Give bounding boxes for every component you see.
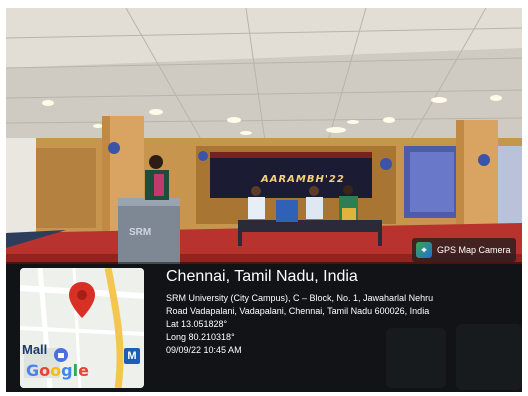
podium-logo: SRM bbox=[129, 227, 152, 238]
latitude: Lat 13.051828° bbox=[166, 319, 228, 329]
timestamp: 09/09/22 10:45 AM bbox=[166, 345, 242, 355]
address-line-2: Road Vadapalani, Vadapalani, Chennai, Ta… bbox=[166, 306, 430, 316]
address-line-1: SRM University (City Campus), C – Block,… bbox=[166, 293, 434, 303]
metro-icon: M bbox=[124, 348, 140, 364]
location-pin-icon bbox=[69, 282, 95, 318]
location-title: Chennai, Tamil Nadu, India bbox=[166, 268, 358, 285]
google-logo: Google bbox=[26, 361, 89, 380]
location-map: Mall M Google bbox=[20, 268, 144, 388]
shopping-bag-icon bbox=[54, 348, 68, 362]
longitude: Long 80.210318° bbox=[166, 332, 235, 342]
map-camera-icon: ⌖ bbox=[416, 242, 432, 258]
badge-label: GPS Map Camera bbox=[437, 245, 511, 255]
location-info: Chennai, Tamil Nadu, India SRM Universit… bbox=[166, 268, 516, 357]
map-poi-label: Mall bbox=[22, 342, 48, 357]
gps-map-camera-badge: ⌖ GPS Map Camera bbox=[412, 238, 516, 262]
banner-title: AARAMBH'22 bbox=[261, 174, 345, 185]
